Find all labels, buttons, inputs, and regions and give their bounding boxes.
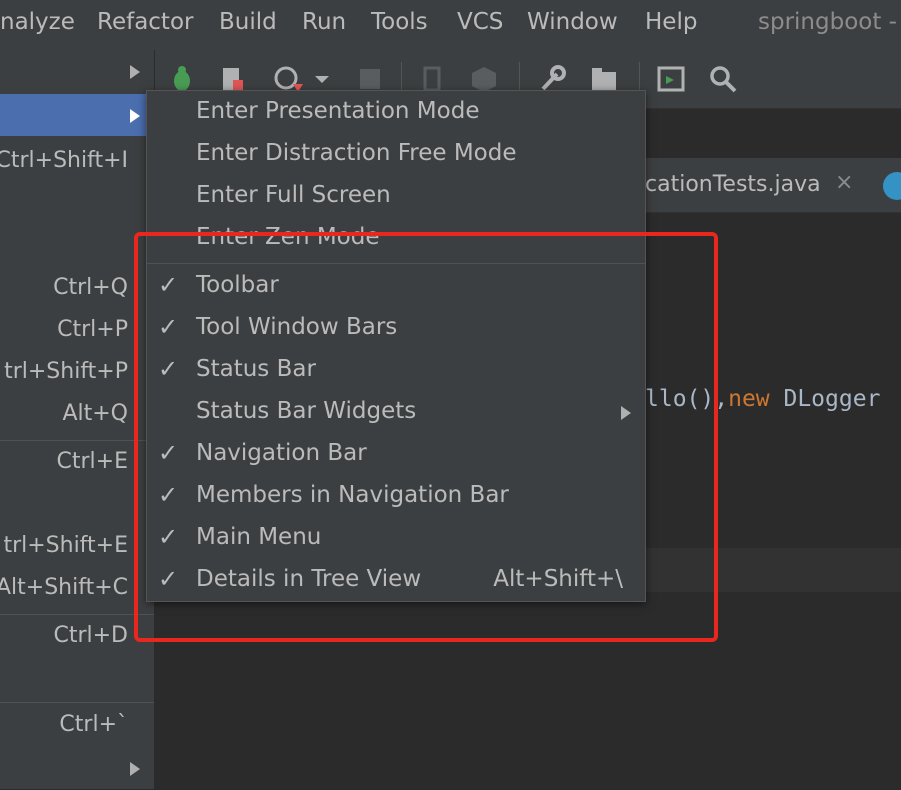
shortcut-label: Ctrl+D (53, 623, 128, 648)
view-menu-item[interactable]: Ctrl+` (0, 706, 154, 748)
view-menu: Ctrl+Shift+I Ctrl+Q Ctrl+P trl+Shift+P A… (0, 50, 155, 789)
editor-tab-label[interactable]: cationTests.java (645, 172, 821, 197)
view-menu-item[interactable] (0, 748, 154, 790)
view-menu-item[interactable]: Alt+Shift+C (0, 569, 154, 611)
class-file-icon[interactable] (883, 172, 901, 200)
view-menu-item[interactable]: Ctrl+P (0, 311, 154, 353)
view-menu-item-appearance[interactable] (0, 94, 154, 136)
menu-divider (0, 702, 154, 703)
submenu-arrow-icon (130, 109, 140, 123)
menu-item-enter-full-screen[interactable]: Enter Full Screen (147, 176, 645, 218)
editor-tab-strip: cationTests.java × (645, 158, 901, 213)
view-menu-item[interactable]: trl+Shift+P (0, 353, 154, 395)
view-menu-item[interactable]: Ctrl+E (0, 443, 154, 485)
view-menu-item[interactable]: Alt+Q (0, 395, 154, 437)
shortcut-label: Alt+Q (62, 401, 128, 426)
project-title: springboot - (758, 9, 897, 35)
menu-divider (0, 440, 154, 441)
view-menu-item[interactable]: trl+Shift+E (0, 527, 154, 569)
submenu-arrow-icon (130, 762, 140, 776)
shortcut-label: Ctrl+Shift+I (0, 148, 128, 173)
menu-item-enter-distraction-free-mode[interactable]: Enter Distraction Free Mode (147, 134, 645, 176)
menu-analyze[interactable]: nalyze (0, 9, 75, 35)
search-icon[interactable] (708, 64, 738, 94)
menu-refactor[interactable]: Refactor (97, 9, 193, 35)
menu-item-label: Enter Presentation Mode (196, 98, 480, 124)
annotation-highlight-box (134, 232, 718, 642)
shortcut-label: trl+Shift+P (4, 359, 128, 384)
menu-window[interactable]: Window (527, 9, 618, 35)
menu-run[interactable]: Run (302, 9, 346, 35)
submenu-arrow-icon (130, 65, 140, 79)
menu-item-label: Enter Distraction Free Mode (196, 140, 517, 166)
shortcut-label: Ctrl+Q (53, 275, 128, 300)
shortcut-label: Ctrl+E (56, 449, 128, 474)
code-text-tail: DLogger (769, 386, 881, 412)
shortcut-label: Ctrl+` (59, 712, 128, 737)
view-menu-item[interactable]: Ctrl+Q (0, 269, 154, 311)
run-console-icon[interactable] (656, 64, 686, 94)
menu-item-label: Enter Full Screen (196, 182, 391, 208)
menu-tools[interactable]: Tools (371, 9, 428, 35)
menu-build[interactable]: Build (219, 9, 277, 35)
menu-item-enter-presentation-mode[interactable]: Enter Presentation Mode (147, 92, 645, 134)
shortcut-label: Alt+Shift+C (0, 575, 128, 600)
view-menu-item[interactable] (0, 50, 154, 92)
code-keyword: new (728, 386, 770, 412)
view-menu-item[interactable]: Ctrl+D (0, 617, 154, 659)
main-menu-bar: nalyze Refactor Build Run Tools VCS Wind… (0, 0, 901, 50)
menu-help[interactable]: Help (645, 9, 697, 35)
menu-divider (0, 614, 154, 615)
tab-close-icon[interactable]: × (835, 170, 853, 195)
shortcut-label: trl+Shift+E (3, 533, 128, 558)
menu-vcs[interactable]: VCS (457, 9, 503, 35)
shortcut-label: Ctrl+P (57, 317, 128, 342)
view-menu-item[interactable]: Ctrl+Shift+I (0, 142, 154, 184)
